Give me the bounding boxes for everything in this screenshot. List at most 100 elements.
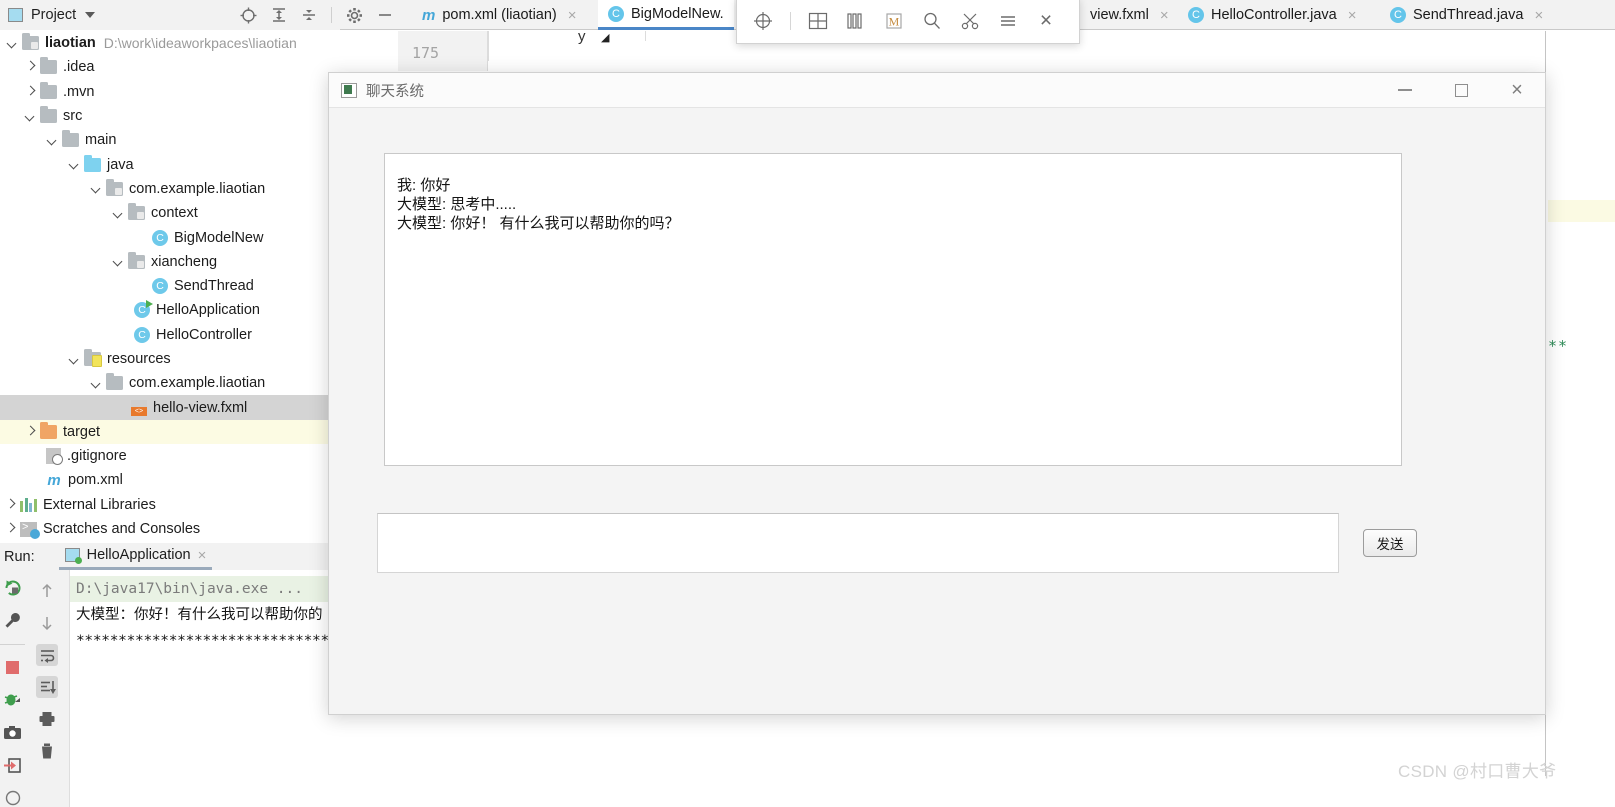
search-icon[interactable] — [916, 5, 948, 37]
chevron-right-icon[interactable] — [24, 85, 37, 98]
hamburger-icon[interactable] — [992, 5, 1024, 37]
chat-message: 我: 你好 — [397, 177, 451, 194]
stop-icon[interactable] — [2, 659, 24, 677]
locate-target-icon[interactable] — [240, 7, 257, 24]
tree-item-bigmodelnew[interactable]: C BigModelNew — [0, 225, 340, 249]
tree-item-package-com-example-liaotian[interactable]: com.example.liaotian — [0, 177, 340, 201]
editor-caret-mark: ◢ — [601, 32, 610, 44]
project-tree[interactable]: liaotian D:\work\ideaworkpaces\liaotian … — [0, 31, 340, 543]
run-configuration-tab[interactable]: HelloApplication × — [58, 543, 213, 570]
chevron-down-icon[interactable] — [90, 377, 103, 390]
tree-item-liaotian[interactable]: liaotian D:\work\ideaworkpaces\liaotian — [0, 31, 340, 55]
close-icon[interactable]: × — [1160, 7, 1169, 24]
csdn-watermark: CSDN @村口曹大爷 — [1398, 762, 1557, 781]
screen-root: 175 y ◢ *** Project m pom.xml (liaotian)… — [0, 0, 1615, 807]
grid-icon[interactable] — [802, 5, 834, 37]
rerun-icon[interactable] — [2, 578, 24, 597]
magnifier-m-icon[interactable]: M — [878, 5, 910, 37]
tree-item-label: src — [63, 108, 83, 125]
project-path: D:\work\ideaworkpaces\liaotian — [103, 35, 297, 52]
tree-item-resources[interactable]: resources — [0, 347, 340, 371]
chevron-down-icon[interactable] — [46, 134, 59, 147]
chevron-right-icon[interactable] — [4, 523, 17, 536]
crosshair-icon[interactable] — [747, 5, 779, 37]
expand-all-icon[interactable] — [271, 7, 287, 23]
editor-tab-hellocontroller[interactable]: C HelloController.java × — [1178, 0, 1367, 30]
debug-icon[interactable] — [2, 690, 24, 709]
tree-item-label: Scratches and Consoles — [43, 521, 201, 538]
clock-icon[interactable] — [2, 789, 24, 807]
chevron-down-icon[interactable] — [24, 110, 37, 123]
editor-divider — [645, 31, 646, 41]
chat-message-log[interactable]: 我: 你好 大模型: 思考中..... 大模型: 你好！ 有什么我可以帮助你的吗… — [384, 153, 1402, 466]
soft-wrap-icon[interactable] — [36, 644, 58, 666]
tree-item-pom-xml[interactable]: m pom.xml — [0, 468, 340, 492]
tree-item-hellocontroller[interactable]: C HelloController — [0, 323, 340, 347]
tree-item-helloapplication[interactable]: C HelloApplication — [0, 298, 340, 322]
close-icon[interactable]: × — [1030, 5, 1062, 37]
chevron-down-icon[interactable] — [68, 158, 81, 171]
tree-item-context[interactable]: context — [0, 201, 340, 225]
editor-tab-sendthread[interactable]: C SendThread.java × — [1380, 0, 1553, 30]
scroll-to-end-icon[interactable] — [36, 676, 58, 698]
camera-icon[interactable] — [2, 723, 24, 742]
minimize-panel-icon[interactable] — [377, 7, 393, 23]
tree-item-mvn[interactable]: .mvn — [0, 80, 340, 104]
trash-icon[interactable] — [36, 740, 58, 762]
java-class-icon: C — [608, 5, 624, 22]
settings-gear-icon[interactable] — [346, 7, 363, 24]
close-button[interactable]: × — [1489, 73, 1545, 107]
arrow-up-icon[interactable] — [36, 580, 58, 602]
package-folder-icon — [128, 251, 145, 269]
collapse-all-icon[interactable] — [301, 7, 317, 23]
maximize-button[interactable] — [1433, 73, 1489, 107]
tree-item-idea[interactable]: .idea — [0, 55, 340, 79]
fxml-file-icon — [131, 399, 147, 416]
close-icon[interactable]: × — [568, 7, 577, 24]
chevron-down-icon[interactable] — [68, 353, 81, 366]
chevron-down-icon[interactable] — [85, 12, 96, 18]
send-button[interactable]: 发送 — [1363, 529, 1417, 557]
tree-item-main[interactable]: main — [0, 128, 340, 152]
tree-item-xiancheng[interactable]: xiancheng — [0, 250, 340, 274]
chevron-down-icon[interactable] — [112, 255, 125, 268]
tree-item-java[interactable]: java — [0, 152, 340, 176]
svg-text:M: M — [889, 15, 900, 29]
chat-window[interactable]: 聊天系统 × 我: 你好 大模型: 思考中..... 大模型: 你好！ 有什么我… — [328, 72, 1546, 715]
tree-item-target[interactable]: target — [0, 419, 340, 445]
tree-item-src[interactable]: src — [0, 104, 340, 128]
minimize-button[interactable] — [1377, 73, 1433, 107]
close-icon[interactable]: × — [1534, 7, 1543, 24]
scissors-icon[interactable] — [954, 5, 986, 37]
chevron-down-icon[interactable] — [90, 182, 103, 195]
tree-item-label: SendThread — [174, 278, 254, 295]
tree-item-scratches-and-consoles[interactable]: Scratches and Consoles — [0, 517, 340, 541]
tree-item-external-libraries[interactable]: External Libraries — [0, 493, 340, 517]
chevron-down-icon[interactable] — [6, 37, 19, 50]
chevron-down-icon[interactable] — [112, 207, 125, 220]
project-icon — [8, 8, 23, 22]
chevron-right-icon[interactable] — [24, 425, 37, 438]
columns-icon[interactable] — [840, 5, 872, 37]
editor-tab-view-fxml[interactable]: view.fxml × — [1080, 0, 1179, 30]
editor-tab-bigmodelnew[interactable]: C BigModelNew. — [598, 0, 734, 30]
editor-tab-pom-xml[interactable]: m pom.xml (liaotian) × — [412, 0, 587, 30]
chat-input[interactable] — [377, 513, 1339, 573]
tree-item-label: liaotian — [45, 35, 96, 52]
tree-item-sendthread[interactable]: C SendThread — [0, 274, 340, 298]
tree-item-hello-view-fxml[interactable]: hello-view.fxml — [0, 395, 340, 420]
settings-wrench-icon[interactable] — [2, 611, 24, 630]
arrow-down-icon[interactable] — [36, 612, 58, 634]
print-icon[interactable] — [36, 708, 58, 730]
close-icon[interactable]: × — [198, 547, 207, 564]
chat-window-titlebar[interactable]: 聊天系统 × — [329, 73, 1545, 108]
folder-icon — [62, 130, 79, 148]
run-console-output[interactable]: D:\java17\bin\java.exe ... 大模型：你好！有什么我可以… — [70, 570, 340, 807]
export-icon[interactable] — [2, 756, 24, 775]
screenshot-tool-toolbar[interactable]: M × — [736, 0, 1080, 44]
tree-item-gitignore[interactable]: .gitignore — [0, 444, 340, 468]
tree-item-resources-package[interactable]: com.example.liaotian — [0, 371, 340, 395]
chevron-right-icon[interactable] — [4, 498, 17, 511]
close-icon[interactable]: × — [1348, 7, 1357, 24]
chevron-right-icon[interactable] — [24, 61, 37, 74]
